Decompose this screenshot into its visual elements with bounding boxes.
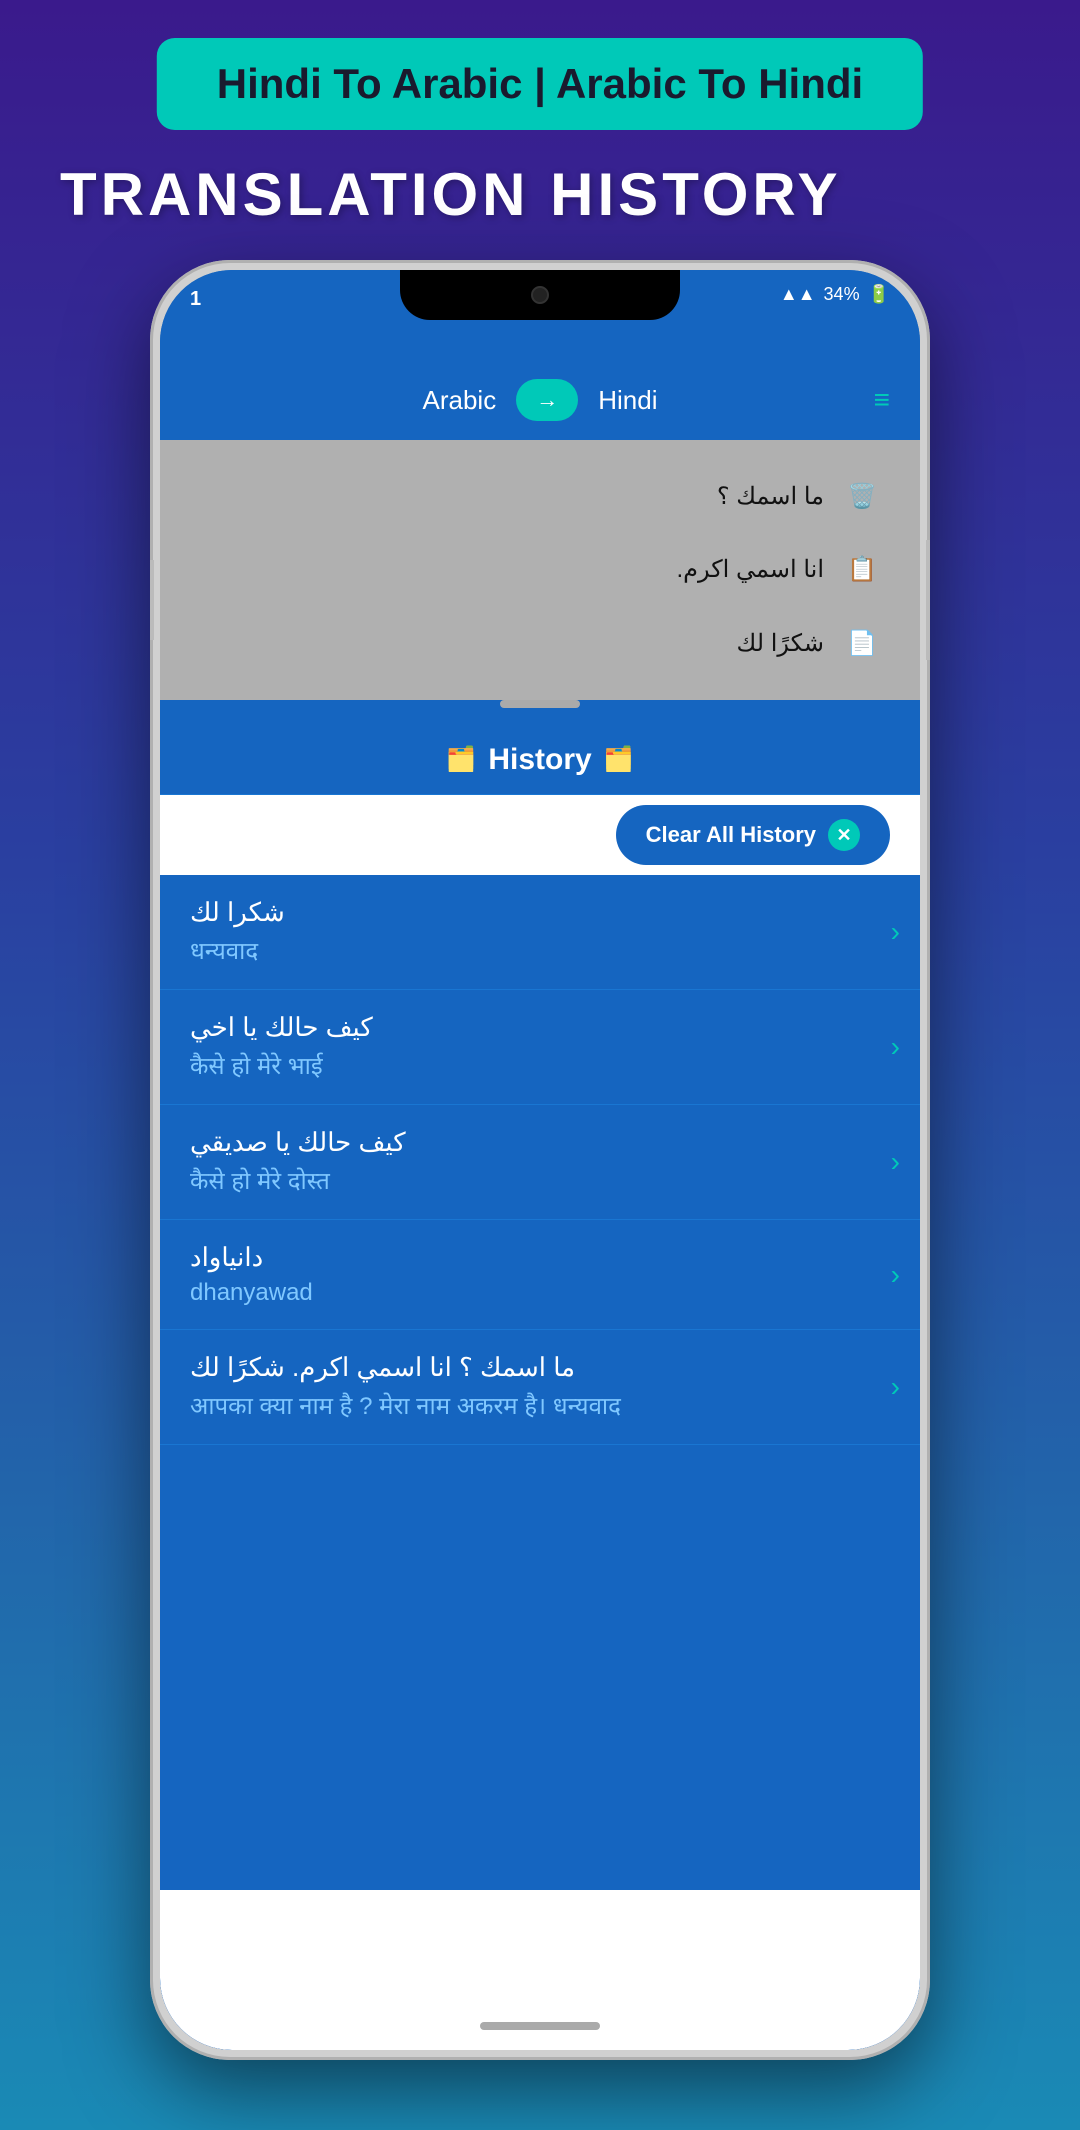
history-item[interactable]: دانياواد dhanyawad ›: [160, 1220, 920, 1330]
history-item[interactable]: ما اسمك ؟ انا اسمي اكرم. شكرًا لك आपका क…: [160, 1330, 920, 1445]
app-header: Arabic → Hindi ≡: [160, 360, 920, 440]
bottom-area: [160, 1890, 920, 2050]
history-item-content: دانياواد dhanyawad: [190, 1242, 881, 1307]
banner-text: Hindi To Arabic | Arabic To Hindi: [217, 60, 863, 107]
history-hindi-text: dhanyawad: [190, 1279, 881, 1307]
status-icons: ▲▲ 34% 🔋: [780, 284, 890, 305]
chevron-right-icon: ›: [891, 1146, 900, 1178]
target-language-label: Hindi: [598, 385, 657, 416]
history-arabic-text: دانياواد: [190, 1242, 881, 1273]
translation-row-3: شكرًا لك 📄: [180, 625, 880, 661]
translation-text-2: انا اسمي اكرم.: [676, 555, 824, 584]
copy-icon[interactable]: 📋: [844, 552, 880, 588]
translation-area: ما اسمك ؟ 🗑️ انا اسمي اكرم. 📋 شكرًا لك 📄: [160, 440, 920, 700]
translation-row-1: ما اسمك ؟ 🗑️: [180, 479, 880, 515]
source-language-label: Arabic: [423, 385, 497, 416]
chevron-right-icon: ›: [891, 1259, 900, 1291]
chevron-right-icon: ›: [891, 1031, 900, 1063]
battery-text: 34%: [824, 284, 860, 305]
clear-btn-close-icon: ✕: [828, 819, 860, 851]
menu-icon[interactable]: ≡: [874, 384, 890, 416]
volume-button: [150, 560, 154, 640]
clear-history-area: Clear All History ✕: [160, 795, 920, 875]
history-section: 🗂️ History 🗂️ Clear All History ✕ شكرا ل…: [160, 725, 920, 2050]
history-hindi-text: आपका क्या नाम है ? मेरा नाम अकरम है। धन्…: [190, 1389, 881, 1422]
history-item-content: كيف حالك يا صديقي कैसे हो मेरे दोस्त: [190, 1127, 881, 1197]
history-hindi-text: धन्यवाद: [190, 934, 881, 967]
chevron-right-icon: ›: [891, 916, 900, 948]
signal-icon: ▲▲: [780, 284, 816, 305]
chevron-right-icon: ›: [891, 1371, 900, 1403]
history-arabic-text: شكرا لك: [190, 897, 881, 928]
history-hindi-text: कैसे हो मेरे भाई: [190, 1049, 881, 1082]
history-item-content: ما اسمك ؟ انا اسمي اكرم. شكرًا لك आपका क…: [190, 1352, 881, 1422]
page-title: TRANSLATION HISTORY: [60, 160, 842, 229]
history-hindi-text: कैसे हो मेरे दोस्त: [190, 1164, 881, 1197]
history-icon-right: 🗂️: [604, 745, 634, 774]
history-arabic-text: كيف حالك يا اخي: [190, 1012, 881, 1043]
history-header: 🗂️ History 🗂️: [160, 725, 920, 795]
history-item[interactable]: شكرا لك धन्यवाद ›: [160, 875, 920, 990]
clear-all-history-button[interactable]: Clear All History ✕: [616, 805, 890, 865]
arrow-icon: →: [536, 387, 558, 413]
phone-screen: 1 ▲▲ 34% 🔋 Arabic → Hindi ≡ ما اسمك ؟ 🗑️…: [160, 270, 920, 2050]
history-item[interactable]: كيف حالك يا اخي कैसे हो मेरे भाई ›: [160, 990, 920, 1105]
translation-text-3: شكرًا لك: [737, 629, 824, 658]
history-item-content: كيف حالك يا اخي कैसे हो मेरे भाई: [190, 1012, 881, 1082]
top-banner: Hindi To Arabic | Arabic To Hindi: [157, 38, 923, 130]
history-arabic-text: كيف حالك يا صديقي: [190, 1127, 881, 1158]
translation-row-2: انا اسمي اكرم. 📋: [180, 552, 880, 588]
home-indicator: [480, 2022, 600, 2030]
translation-text-1: ما اسمك ؟: [717, 482, 824, 511]
delete-icon[interactable]: 🗑️: [844, 479, 880, 515]
history-arabic-text: ما اسمك ؟ انا اسمي اكرم. شكرًا لك: [190, 1352, 881, 1383]
share-icon[interactable]: 📄: [844, 625, 880, 661]
clear-btn-label: Clear All History: [646, 822, 816, 848]
history-item-content: شكرا لك धन्यवाद: [190, 897, 881, 967]
phone-frame: 1 ▲▲ 34% 🔋 Arabic → Hindi ≡ ما اسمك ؟ 🗑️…: [150, 260, 930, 2060]
history-title: History: [488, 743, 591, 777]
status-time: 1: [190, 288, 201, 311]
language-swap-button[interactable]: →: [516, 379, 578, 421]
status-bar: 1 ▲▲ 34% 🔋: [160, 270, 920, 325]
battery-icon: 🔋: [868, 284, 890, 305]
history-list: شكرا لك धन्यवाद › كيف حالك يا اخي कैसे ह…: [160, 875, 920, 1445]
drag-handle: [500, 700, 580, 708]
history-icon-left: 🗂️: [446, 745, 476, 774]
history-item[interactable]: كيف حالك يا صديقي कैसे हो मेरे दोस्त ›: [160, 1105, 920, 1220]
power-button: [926, 540, 930, 660]
